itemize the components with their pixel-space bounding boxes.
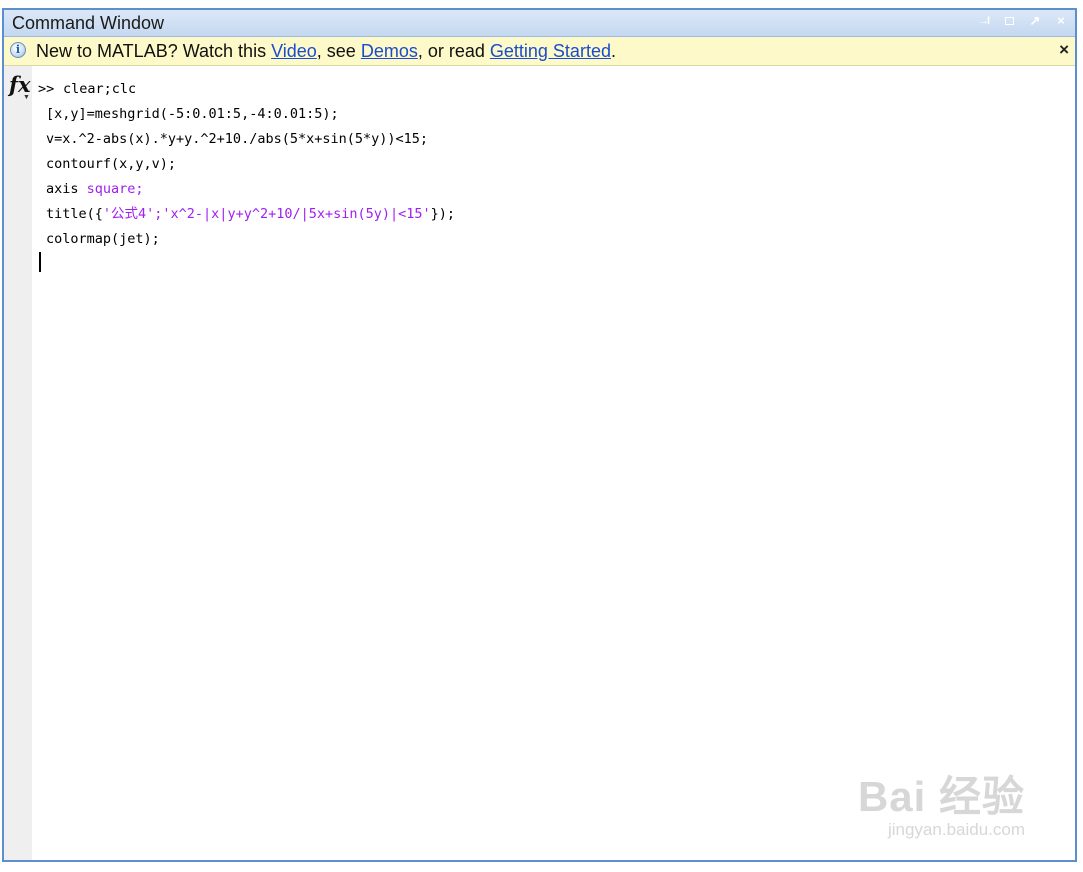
info-icon: i (10, 42, 26, 58)
watermark-main: Bai 经验 (857, 773, 1025, 820)
title-bar[interactable]: Command Window →I ↗ × (4, 10, 1075, 37)
code-line: title({'公式4';'x^2-|x|y+y^2+10/|5x+sin(5y… (46, 206, 456, 222)
code-line: colormap(jet); (46, 231, 160, 247)
code-line: [x,y]=meshgrid(-5:0.01:5,-4:0.01:5); (46, 106, 339, 122)
code-line: contourf(x,y,v); (46, 156, 177, 172)
command-window: Command Window →I ↗ × i New to MATLAB? W… (2, 8, 1077, 862)
info-message: New to MATLAB? Watch this Video, see Dem… (36, 41, 616, 61)
video-link[interactable]: Video (271, 41, 317, 61)
info-bar: i New to MATLAB? Watch this Video, see D… (4, 37, 1075, 66)
window-title: Command Window (12, 13, 165, 33)
pin-icon[interactable]: ↗ (1029, 13, 1041, 29)
watermark-logo: Bai 经验 jingyan.baidu.com (858, 763, 1025, 840)
command-output[interactable]: clear;clc [x,y]=meshgrid(-5:0.01:5,-4:0.… (46, 77, 1065, 252)
undock-icon[interactable]: →I (977, 13, 990, 29)
code-line: clear;clc (63, 81, 137, 97)
text-cursor (39, 252, 41, 272)
chevron-down-icon[interactable]: ▼ (23, 94, 30, 101)
gutter (4, 66, 32, 860)
code-line: axis square; (46, 181, 144, 197)
window-controls: →I ↗ × (977, 13, 1067, 29)
maximize-icon[interactable] (1003, 13, 1015, 29)
demos-link[interactable]: Demos (361, 41, 418, 61)
close-icon[interactable]: × (1055, 13, 1067, 29)
code-line: v=x.^2-abs(x).*y+y.^2+10./abs(5*x+sin(5*… (46, 131, 429, 147)
info-close-icon[interactable]: × (1059, 40, 1069, 60)
getting-started-link[interactable]: Getting Started (490, 41, 611, 61)
